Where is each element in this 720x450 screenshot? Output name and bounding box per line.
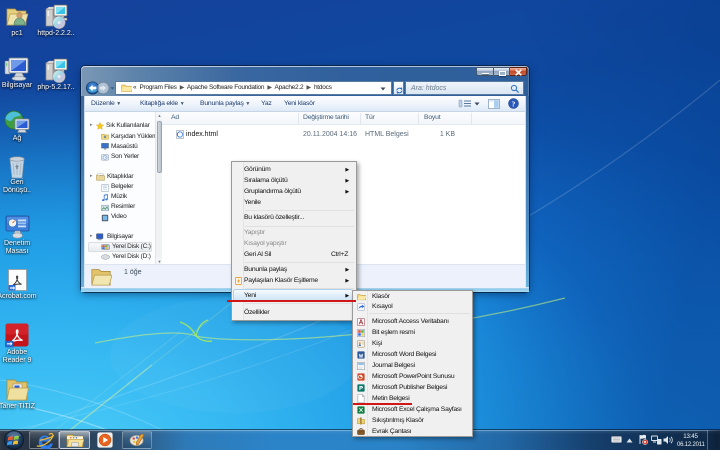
svg-text:?: ? — [512, 99, 516, 108]
